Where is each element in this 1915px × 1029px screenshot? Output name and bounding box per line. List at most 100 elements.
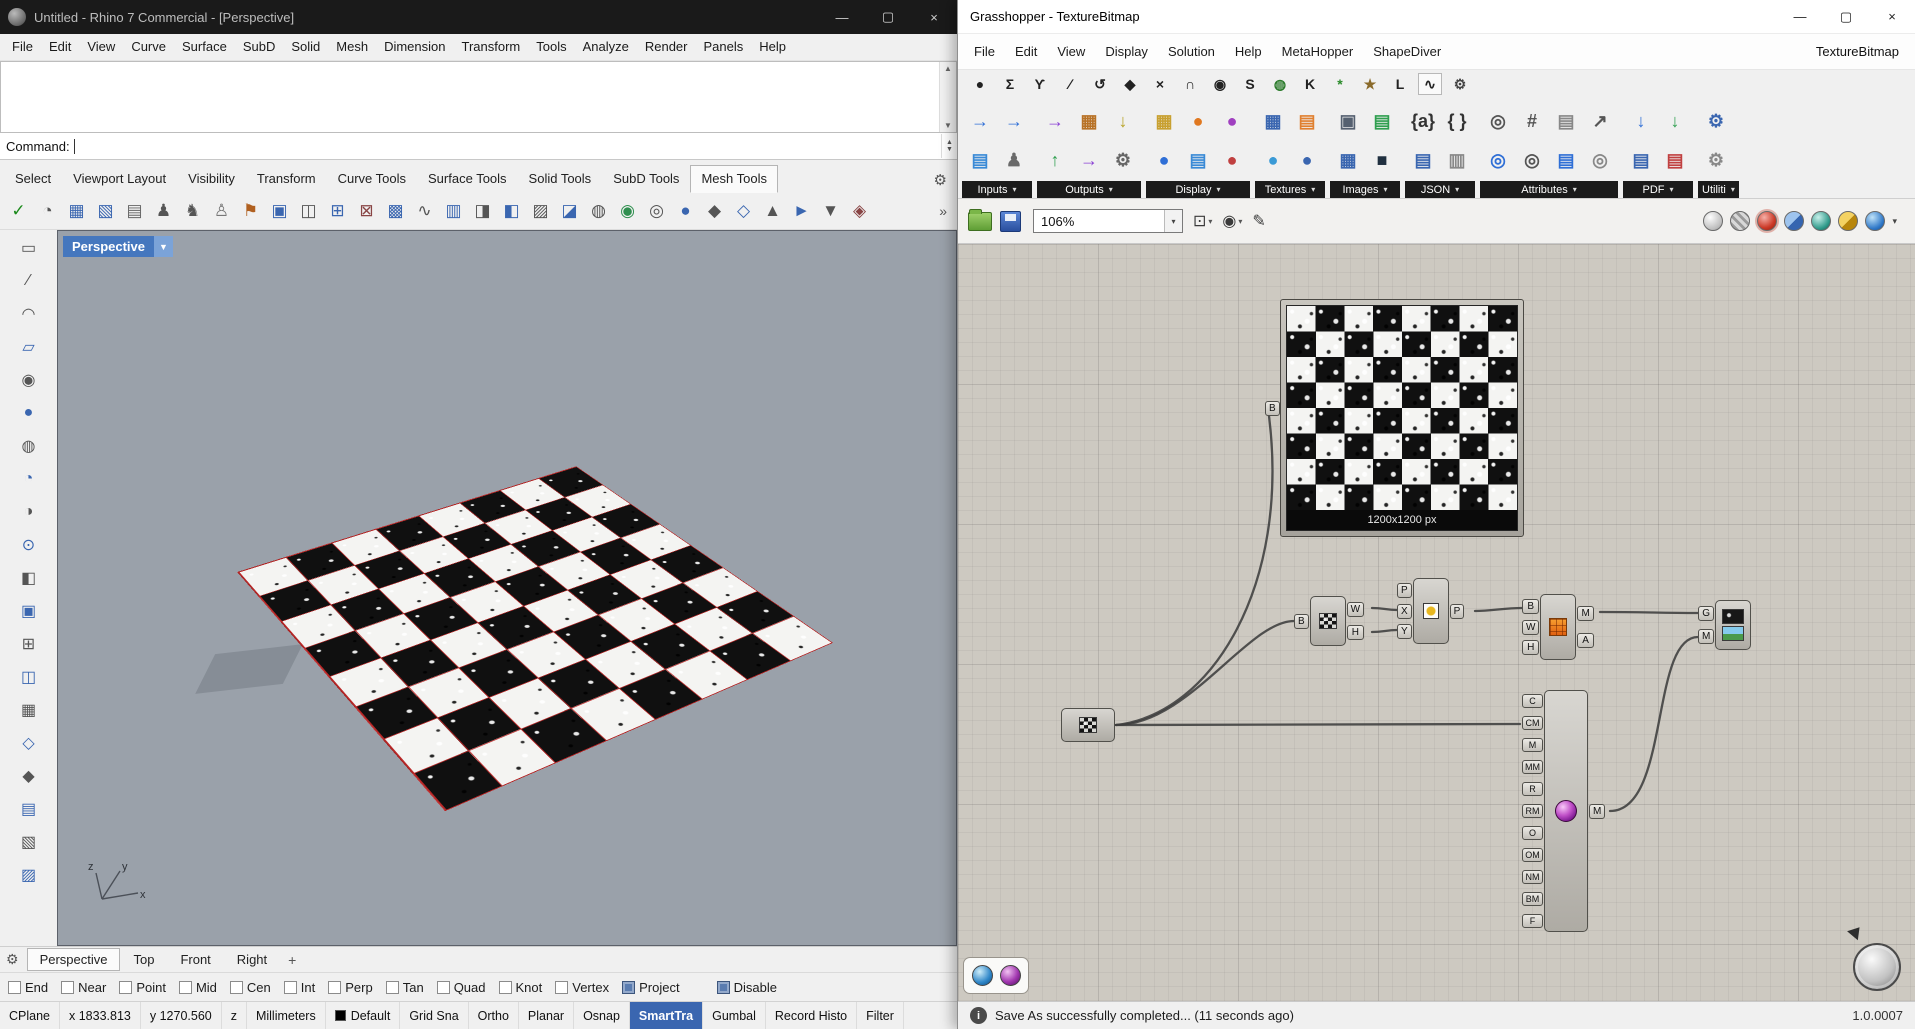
rhino-titlebar[interactable]: Untitled - Rhino 7 Commercial - [Perspec… (0, 0, 957, 34)
osnap-toggle[interactable]: Perp (328, 980, 372, 995)
toolbar-icon[interactable]: ▥ (439, 197, 468, 226)
menu-item[interactable]: Mesh (328, 34, 376, 60)
component-category-tab[interactable]: ∿ (1418, 73, 1442, 95)
wire[interactable] (1372, 630, 1397, 632)
menu-item[interactable]: Analyze (575, 34, 637, 60)
component-input-param[interactable]: M (1522, 738, 1543, 752)
ribbon-component-icon[interactable]: ▤ (1550, 141, 1582, 179)
ribbon-component-icon[interactable]: → (964, 102, 996, 140)
checkbox[interactable] (717, 981, 730, 994)
component-input-param[interactable]: O (1522, 826, 1543, 840)
component-input-param[interactable]: X (1397, 604, 1412, 619)
component-input-param[interactable]: P (1397, 583, 1412, 598)
osnap-toggle[interactable]: Mid (179, 980, 217, 995)
sidebar-tool-icon[interactable]: ◫ (15, 663, 43, 691)
ribbon-component-icon[interactable]: ■ (1366, 141, 1398, 179)
ribbon-component-icon[interactable]: ⚙ (1700, 102, 1732, 140)
ribbon-component-icon[interactable]: ● (1291, 141, 1323, 179)
ribbon-component-icon[interactable]: → (1039, 102, 1071, 140)
toolbar-icon[interactable]: ♙ (207, 197, 236, 226)
component-category-tab[interactable]: ● (968, 73, 992, 95)
checkbox[interactable] (622, 981, 635, 994)
osnap-toggle[interactable]: Knot (499, 980, 543, 995)
purple-sphere-icon[interactable] (1000, 965, 1021, 986)
wire[interactable] (1610, 637, 1698, 811)
preview-visibility-icon[interactable]: ◉▾ (1222, 211, 1242, 231)
sidebar-tool-icon[interactable]: ∕ (15, 267, 43, 295)
menu-item[interactable]: Help (1225, 39, 1272, 65)
ribbon-component-icon[interactable]: { } (1441, 102, 1473, 140)
ribbon-component-icon[interactable]: ▤ (1291, 102, 1323, 140)
command-spinner[interactable]: ▲ ▼ (941, 134, 957, 158)
component-input-param[interactable]: B (1522, 599, 1539, 614)
sidebar-tool-icon[interactable]: ◔ (15, 465, 43, 493)
display-mode-icon[interactable] (1811, 211, 1831, 231)
rendered-preview-icon[interactable] (1757, 211, 1777, 231)
checkbox[interactable] (328, 981, 341, 994)
toolbar-tab[interactable]: Select (4, 165, 62, 193)
component-category-tab[interactable]: * (1328, 73, 1352, 95)
checkered-mesh-plane[interactable] (237, 466, 833, 811)
component-input-param[interactable]: B (1265, 401, 1280, 416)
ribbon-component-icon[interactable]: ↓ (1625, 102, 1657, 140)
close-button[interactable]: × (1869, 0, 1915, 33)
spin-down-icon[interactable]: ▼ (946, 146, 953, 153)
viewport-tab[interactable]: Right (224, 948, 280, 971)
menu-item[interactable]: ShapeDiver (1363, 39, 1451, 65)
ribbon-group-label[interactable]: Display▾ (1146, 181, 1250, 198)
ribbon-component-icon[interactable]: ▤ (1182, 141, 1214, 179)
menu-item[interactable]: File (964, 39, 1005, 65)
preview-spheres-widget[interactable] (963, 957, 1029, 994)
ribbon-component-icon[interactable]: ▦ (1332, 141, 1364, 179)
layer-button[interactable]: Default (326, 1002, 401, 1029)
toolbar-icon[interactable]: ▣ (265, 197, 294, 226)
ribbon-component-icon[interactable]: ● (1216, 141, 1248, 179)
ribbon-component-icon[interactable]: ▣ (1332, 102, 1364, 140)
checkbox[interactable] (437, 981, 450, 994)
toolbar-tab[interactable]: SubD Tools (602, 165, 690, 193)
command-line[interactable]: Command: ▲ ▼ (0, 133, 957, 160)
mesh-plane-component[interactable]: BWH MA (1522, 594, 1594, 660)
viewport-title[interactable]: Perspective (63, 236, 154, 257)
sidebar-tool-icon[interactable]: ▨ (15, 861, 43, 889)
spin-up-icon[interactable]: ▲ (946, 139, 953, 146)
toolbar-icon[interactable]: ► (787, 197, 816, 226)
menu-item[interactable]: Dimension (376, 34, 453, 60)
sidebar-tool-icon[interactable]: ◆ (15, 762, 43, 790)
toolbar-tab[interactable]: Visibility (177, 165, 246, 193)
menu-item[interactable]: View (79, 34, 123, 60)
menu-item[interactable]: File (4, 34, 41, 60)
units-button[interactable]: Millimeters (247, 1002, 326, 1029)
wire[interactable] (1372, 608, 1397, 610)
checkbox[interactable] (8, 981, 21, 994)
bitmap-param-component[interactable] (1060, 708, 1116, 742)
menu-item[interactable]: Panels (695, 34, 751, 60)
component-input-param[interactable]: B (1294, 614, 1309, 629)
component-category-tab[interactable]: ◆ (1118, 73, 1142, 95)
perspective-viewport[interactable]: Perspective ▼ x y z (57, 230, 957, 946)
display-mode-icon[interactable] (1838, 211, 1858, 231)
status-pane-toggle[interactable]: Filter (857, 1002, 904, 1029)
osnap-toggle[interactable]: Int (284, 980, 315, 995)
toolbar-icon[interactable]: ◍ (584, 197, 613, 226)
wire[interactable] (1475, 608, 1522, 611)
wire[interactable] (1116, 621, 1294, 725)
ribbon-component-icon[interactable]: ● (1257, 141, 1289, 179)
toolbar-tab[interactable]: Viewport Layout (62, 165, 177, 193)
wire[interactable] (1116, 416, 1272, 725)
ribbon-component-icon[interactable]: ▤ (964, 141, 996, 179)
osnap-toggle[interactable]: End (8, 980, 48, 995)
ribbon-group-label[interactable]: Images▾ (1330, 181, 1400, 198)
component-category-tab[interactable]: Ƴ (1028, 73, 1052, 95)
sidebar-tool-icon[interactable]: ⊞ (15, 630, 43, 658)
ribbon-group-label[interactable]: Textures▾ (1255, 181, 1325, 198)
menu-item[interactable]: Surface (174, 34, 235, 60)
ribbon-component-icon[interactable]: ◎ (1516, 141, 1548, 179)
component-input-param[interactable]: F (1522, 914, 1543, 928)
shaded-preview-icon[interactable] (1730, 211, 1750, 231)
image-preview-component[interactable]: B 1200x1200 px (1280, 299, 1524, 537)
zoom-dropdown-icon[interactable]: ▾ (1164, 210, 1182, 232)
sidebar-tool-icon[interactable]: ▤ (15, 795, 43, 823)
sidebar-tool-icon[interactable]: ● (15, 399, 43, 427)
status-pane-toggle[interactable]: SmartTra (630, 1002, 703, 1029)
